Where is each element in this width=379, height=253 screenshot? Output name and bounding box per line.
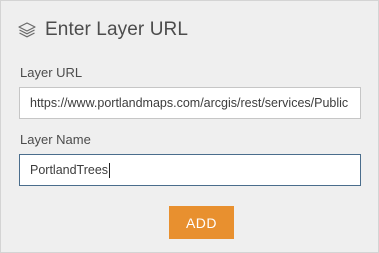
text-caret [109, 163, 111, 179]
layer-url-input[interactable] [19, 87, 361, 119]
add-button[interactable]: ADD [169, 206, 234, 239]
layer-name-input[interactable]: PortlandTrees [19, 154, 361, 186]
layer-name-label: Layer Name [20, 132, 91, 147]
panel-title: Enter Layer URL [45, 19, 189, 40]
panel-header: Enter Layer URL [17, 19, 188, 41]
enter-layer-url-panel: Enter Layer URL Layer URL Layer Name Por… [0, 0, 379, 253]
layer-url-label: Layer URL [20, 65, 83, 80]
layer-name-value: PortlandTrees [30, 163, 109, 177]
layers-icon [17, 20, 37, 40]
